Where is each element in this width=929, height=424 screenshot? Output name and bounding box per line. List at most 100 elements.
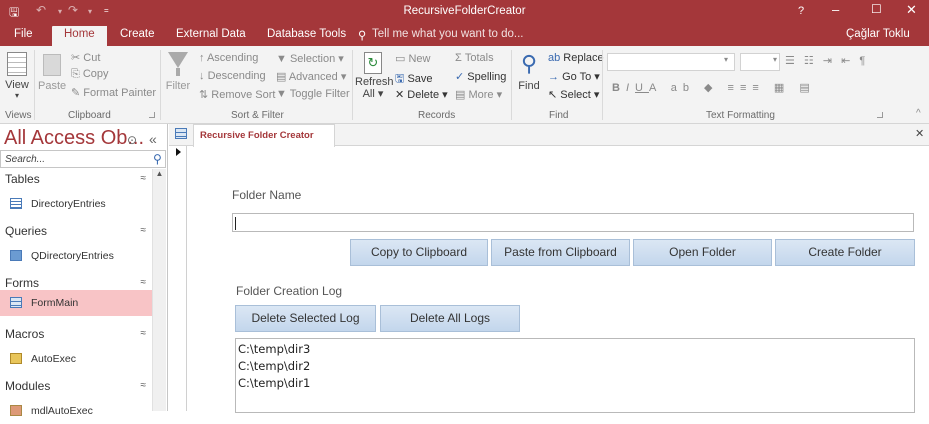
collapse-chevron-icon[interactable]: ≈ xyxy=(141,173,147,184)
tab-home[interactable]: Home xyxy=(52,26,107,46)
nav-item-mdlautoexec[interactable]: mdlAutoExec xyxy=(0,398,152,424)
font-name-dropdown-icon[interactable]: ▾ xyxy=(724,55,728,64)
tab-external-data[interactable]: External Data xyxy=(176,28,246,40)
document-tab[interactable]: Recursive Folder Creator xyxy=(193,124,335,147)
group-views-label: Views xyxy=(5,110,32,121)
advanced-button[interactable]: ▤ Advanced ▾ xyxy=(276,70,346,83)
record-pointer-icon xyxy=(176,148,181,156)
nav-category-tables[interactable]: Tables ≈ xyxy=(0,172,152,186)
form-icon xyxy=(175,128,187,139)
arrow-right-icon: → xyxy=(548,71,563,83)
folder-creation-log-list[interactable]: C:\temp\dir3 C:\temp\dir2 C:\temp\dir1 xyxy=(235,338,915,413)
collapse-ribbon-icon[interactable]: ^ xyxy=(916,108,921,119)
list-buttons[interactable]: ☰ ☷ ⇥ ⇤ ¶ xyxy=(785,54,868,67)
close-window-button[interactable]: ✕ xyxy=(906,2,917,18)
nav-category-macros[interactable]: Macros ≈ xyxy=(0,327,152,341)
tab-create[interactable]: Create xyxy=(120,28,155,40)
nav-search-input[interactable]: Search... xyxy=(0,150,166,168)
minimize-button[interactable]: – xyxy=(832,2,839,17)
nav-item-label: QDirectoryEntries xyxy=(31,250,114,262)
nav-item-qdirectoryentries[interactable]: QDirectoryEntries xyxy=(0,243,152,269)
spelling-label: Spelling xyxy=(467,71,507,83)
delete-selected-log-button[interactable]: Delete Selected Log xyxy=(235,305,376,332)
replace-button[interactable]: ab Replace xyxy=(548,52,604,64)
more-button[interactable]: ▤ More ▾ xyxy=(455,88,502,101)
collapse-chevron-icon[interactable]: ≈ xyxy=(141,328,147,339)
nav-category-modules[interactable]: Modules ≈ xyxy=(0,379,152,393)
paste-button[interactable]: Paste xyxy=(38,54,66,92)
tell-me-box[interactable]: Tell me what you want to do... xyxy=(372,28,524,40)
nav-scrollbar[interactable]: ▲ xyxy=(152,169,166,411)
ascending-button[interactable]: ↑ Ascending xyxy=(199,52,258,64)
delete-all-logs-button[interactable]: Delete All Logs xyxy=(380,305,520,332)
go-to-button[interactable]: → Go To ▾ xyxy=(548,70,600,83)
nav-pane-title[interactable]: All Access Ob... xyxy=(4,127,144,150)
toggle-filter-button[interactable]: ▼ Toggle Filter xyxy=(276,88,350,100)
brush-icon: ✎ xyxy=(71,87,84,99)
refresh-icon: ↻ xyxy=(364,52,382,74)
text-style-buttons[interactable]: BIUA ab ◆ ≡≡≡ ▦ ▤ xyxy=(612,81,816,94)
collapse-chevron-icon[interactable]: ≈ xyxy=(141,380,147,391)
create-folder-button[interactable]: Create Folder xyxy=(775,239,915,266)
nav-menu-chevron-icon[interactable]: ⊙ xyxy=(127,133,137,147)
font-size-dropdown-icon[interactable]: ▾ xyxy=(773,55,777,64)
ribbon: View ▾ Views Paste ✂ Cut ⎘ Copy ✎ Format… xyxy=(0,46,929,124)
nav-category-forms[interactable]: Forms ≈ xyxy=(0,276,152,290)
save-label: Save xyxy=(407,73,433,85)
collapse-chevron-icon[interactable]: ≈ xyxy=(141,225,147,236)
replace-label: Replace xyxy=(563,52,604,64)
form-icon xyxy=(10,297,22,308)
collapse-chevron-icon[interactable]: ≈ xyxy=(141,277,147,288)
clipboard-launcher-icon[interactable] xyxy=(149,112,155,118)
close-document-icon[interactable]: ✕ xyxy=(915,127,924,140)
help-button[interactable]: ? xyxy=(798,5,804,17)
spelling-button[interactable]: ✓ Spelling xyxy=(455,70,506,83)
log-entry[interactable]: C:\temp\dir2 xyxy=(238,358,914,375)
maximize-button[interactable]: ☐ xyxy=(871,2,882,16)
paste-label: Paste xyxy=(38,80,67,92)
open-folder-button[interactable]: Open Folder xyxy=(633,239,772,266)
text-formatting-launcher-icon[interactable] xyxy=(877,112,883,118)
search-icon[interactable]: ⚲ xyxy=(153,152,162,166)
log-entry[interactable]: C:\temp\dir3 xyxy=(238,341,914,358)
folder-name-input[interactable] xyxy=(232,213,914,232)
delete-record-button[interactable]: ✕ Delete ▾ xyxy=(395,88,448,101)
sort-ascending-icon: ↑ xyxy=(199,52,207,64)
shutter-bar-icon[interactable]: « xyxy=(149,131,157,147)
filter-button[interactable]: Filter xyxy=(164,52,192,92)
new-record-button[interactable]: ▭ New xyxy=(395,52,430,65)
nav-item-autoexec[interactable]: AutoExec xyxy=(0,346,152,372)
window-title: RecursiveFolderCreator xyxy=(403,5,526,17)
nav-item-label: FormMain xyxy=(31,297,79,309)
copy-button[interactable]: ⎘ Copy xyxy=(71,68,109,81)
refresh-all-button[interactable]: ↻ Refresh All ▾ xyxy=(355,52,394,100)
font-name-box[interactable] xyxy=(607,53,735,71)
cut-button[interactable]: ✂ Cut xyxy=(71,51,100,64)
cut-label: Cut xyxy=(83,52,101,64)
record-selector[interactable] xyxy=(169,146,187,411)
find-label: Find xyxy=(518,80,540,92)
view-button[interactable]: View ▾ xyxy=(4,52,30,100)
sort-descending-icon: ↓ xyxy=(199,70,208,82)
selection-filter-icon: ▼ xyxy=(276,53,290,65)
nav-item-formmain[interactable]: FormMain xyxy=(0,290,152,316)
text-caret xyxy=(235,217,236,230)
totals-button[interactable]: Σ Totals xyxy=(455,52,494,64)
user-name[interactable]: Çağlar Toklu xyxy=(846,28,910,40)
paste-from-clipboard-button[interactable]: Paste from Clipboard xyxy=(491,239,630,266)
tab-file[interactable]: File xyxy=(14,28,33,40)
descending-button[interactable]: ↓ Descending xyxy=(199,70,266,82)
copy-to-clipboard-button[interactable]: Copy to Clipboard xyxy=(350,239,488,266)
nav-category-queries[interactable]: Queries ≈ xyxy=(0,224,152,238)
find-button[interactable]: ⚲ Find xyxy=(515,52,543,93)
remove-sort-button[interactable]: ⇅ Remove Sort xyxy=(199,88,275,101)
log-entry[interactable]: C:\temp\dir1 xyxy=(238,375,914,392)
format-painter-button[interactable]: ✎ Format Painter xyxy=(71,86,156,99)
select-button[interactable]: ↖ Select ▾ xyxy=(548,88,599,101)
selection-button[interactable]: ▼ Selection ▾ xyxy=(276,52,344,65)
nav-item-directoryentries[interactable]: DirectoryEntries xyxy=(0,191,152,217)
save-record-button[interactable]: 🖫 Save xyxy=(395,70,433,89)
tab-database-tools[interactable]: Database Tools xyxy=(267,28,346,40)
scroll-up-icon[interactable]: ▲ xyxy=(153,169,166,178)
folder-creation-log-label: Folder Creation Log xyxy=(236,284,343,298)
